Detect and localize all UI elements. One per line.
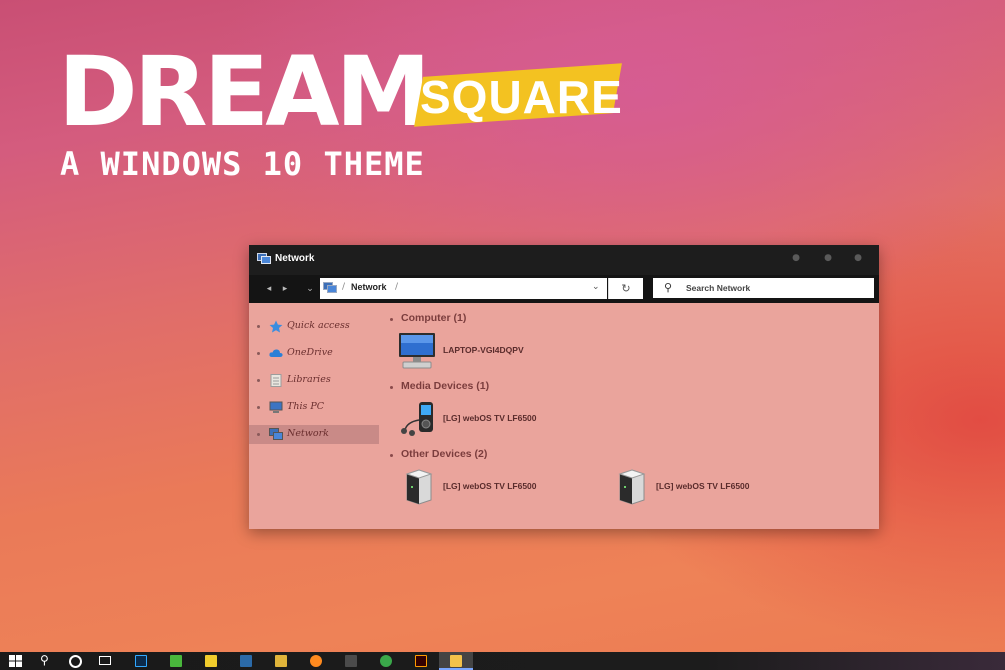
- bullet: [257, 406, 260, 409]
- taskbar-app-evernote[interactable]: [159, 652, 193, 670]
- taskbar: ⚲: [0, 652, 1005, 670]
- task-view-button[interactable]: [90, 652, 124, 670]
- sidebar-item-label: This PC: [287, 401, 325, 412]
- sidebar-item-libraries[interactable]: Libraries: [249, 371, 379, 390]
- navigation-pane: Quick access OneDrive Libraries This PC: [249, 303, 379, 529]
- search-placeholder: Search Network: [686, 283, 751, 293]
- bullet: [390, 386, 393, 389]
- breadcrumb-separator: /: [342, 282, 346, 292]
- search-icon: ⚲: [664, 281, 673, 294]
- sidebar-item-network[interactable]: Network: [249, 425, 379, 444]
- file-explorer-window: Network ● ● ● ◂ ▸ ⌄ / Network / ⌄ ↻ ⚲ Se…: [249, 245, 879, 529]
- sidebar-item-label: Network: [287, 428, 329, 439]
- task-view-icon: [99, 656, 111, 665]
- minimize-icon[interactable]: ●: [791, 253, 801, 263]
- bullet: [390, 454, 393, 457]
- chrome-icon: [380, 655, 392, 667]
- sidebar-item-quick-access[interactable]: Quick access: [249, 317, 379, 336]
- sidebar-item-this-pc[interactable]: This PC: [249, 398, 379, 417]
- forward-arrow-icon[interactable]: ▸: [279, 283, 291, 295]
- device-tower-icon: [618, 469, 646, 505]
- bullet: [257, 352, 260, 355]
- group-label: Other Devices (2): [401, 448, 488, 460]
- media-player-icon: [401, 402, 433, 436]
- maximize-icon[interactable]: ●: [823, 253, 833, 263]
- taskbar-app-chrome[interactable]: [369, 652, 403, 670]
- cortana-button[interactable]: [60, 652, 94, 670]
- sidebar-item-label: OneDrive: [287, 347, 333, 358]
- window-title: Network: [275, 253, 315, 264]
- network-item-other-device[interactable]: [LG] webOS TV LF6500: [612, 467, 772, 507]
- banner-title: DREAM: [58, 36, 431, 148]
- close-icon[interactable]: ●: [853, 253, 863, 263]
- star-icon: [269, 320, 283, 333]
- address-dropdown-chevron-icon[interactable]: ⌄: [592, 282, 600, 292]
- sidebar-item-label: Libraries: [287, 374, 331, 385]
- search-box[interactable]: ⚲ Search Network: [653, 278, 874, 298]
- network-item-laptop[interactable]: LAPTOP-VGI4DQPV: [397, 331, 547, 371]
- taskbar-app-media[interactable]: [334, 652, 368, 670]
- banner-subtitle: A WINDOWS 10 THEME: [60, 145, 425, 183]
- network-item-other-device[interactable]: [LG] webOS TV LF6500: [399, 467, 559, 507]
- navigation-toolbar: ◂ ▸ ⌄ / Network / ⌄ ↻ ⚲ Search Network: [249, 275, 879, 303]
- content-pane: Computer (1) LAPTOP-VGI4DQPV Media Devic…: [379, 303, 879, 529]
- back-arrow-icon[interactable]: ◂: [263, 283, 275, 295]
- theme-banner: DREAM SQUARE A WINDOWS 10 THEME: [58, 36, 658, 190]
- taskbar-app-illustrator[interactable]: [404, 652, 438, 670]
- cortana-icon: [69, 655, 82, 668]
- taskbar-app-photoshop[interactable]: [124, 652, 158, 670]
- bullet: [390, 318, 393, 321]
- sidebar-item-onedrive[interactable]: OneDrive: [249, 344, 379, 363]
- file-explorer-icon: [450, 655, 462, 667]
- group-label: Computer (1): [401, 312, 467, 324]
- bullet: [257, 379, 260, 382]
- windows-start-icon: [9, 655, 22, 667]
- address-bar[interactable]: / Network / ⌄: [320, 278, 607, 299]
- start-button[interactable]: [0, 652, 34, 670]
- sticky-notes-icon: [205, 655, 217, 667]
- tools-icon: [240, 655, 252, 667]
- sidebar-item-label: Quick access: [287, 320, 350, 331]
- illustrator-icon: [415, 655, 427, 667]
- bullet: [257, 433, 260, 436]
- gallery-icon: [275, 655, 287, 667]
- item-label: LAPTOP-VGI4DQPV: [443, 345, 524, 355]
- bullet: [257, 325, 260, 328]
- network-icon: [257, 253, 271, 264]
- network-item-media-device[interactable]: [LG] webOS TV LF6500: [397, 399, 557, 439]
- title-bar[interactable]: Network ● ● ●: [249, 245, 879, 275]
- evernote-icon: [170, 655, 182, 667]
- breadcrumb-network[interactable]: Network: [351, 282, 387, 292]
- network-icon: [269, 428, 283, 440]
- recent-locations-chevron-icon[interactable]: ⌄: [304, 283, 316, 295]
- media-icon: [345, 655, 357, 667]
- explorer-body: Quick access OneDrive Libraries This PC: [249, 303, 879, 529]
- taskbar-app-sticky-notes[interactable]: [194, 652, 228, 670]
- taskbar-app-file-explorer[interactable]: [439, 652, 473, 670]
- item-label: [LG] webOS TV LF6500: [443, 413, 537, 423]
- network-icon: [323, 282, 337, 293]
- library-icon: [270, 374, 282, 387]
- taskbar-app-gallery[interactable]: [264, 652, 298, 670]
- monitor-icon: [399, 333, 435, 369]
- item-label: [LG] webOS TV LF6500: [656, 481, 750, 491]
- banner-title-accent: SQUARE: [420, 71, 623, 123]
- item-label: [LG] webOS TV LF6500: [443, 481, 537, 491]
- taskbar-app-tools[interactable]: [229, 652, 263, 670]
- cloud-icon: [269, 349, 283, 357]
- refresh-icon: ↻: [621, 282, 631, 295]
- device-tower-icon: [405, 469, 433, 505]
- breadcrumb-separator: /: [395, 282, 399, 292]
- group-label: Media Devices (1): [401, 380, 490, 392]
- search-button[interactable]: ⚲: [30, 652, 64, 670]
- search-icon: ⚲: [40, 653, 49, 667]
- computer-icon: [269, 401, 283, 413]
- taskbar-app-firefox[interactable]: [299, 652, 333, 670]
- photoshop-icon: [135, 655, 147, 667]
- firefox-icon: [310, 655, 322, 667]
- refresh-button[interactable]: ↻: [608, 278, 643, 299]
